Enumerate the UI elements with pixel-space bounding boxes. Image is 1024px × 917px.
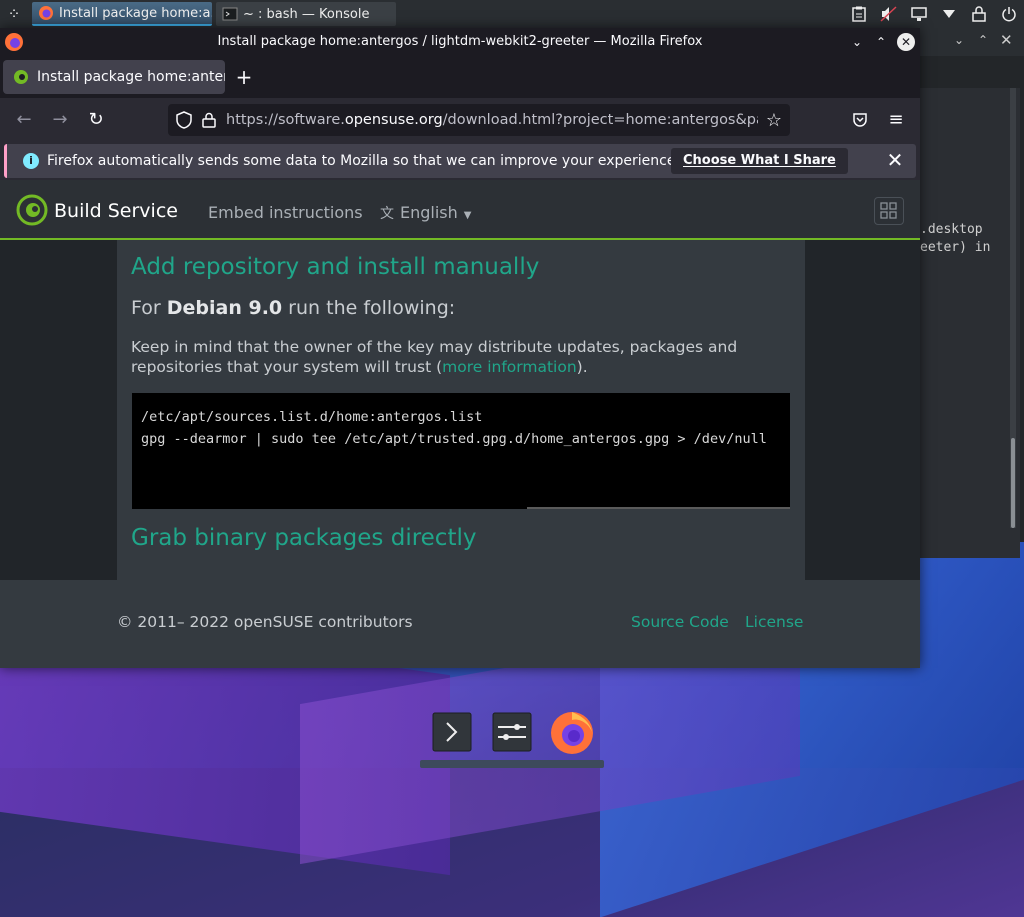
task-konsole[interactable]: ~ : bash — Konsole: [216, 2, 396, 26]
pocket-icon[interactable]: [848, 108, 872, 132]
firefox-icon: [39, 6, 53, 20]
trust-note-text: Keep in mind that the owner of the key m…: [131, 338, 738, 376]
menu-hamburger-icon[interactable]: ≡: [884, 108, 908, 132]
task-label: ~ : bash — Konsole: [243, 6, 370, 22]
url-prefix: https://software.: [226, 112, 345, 128]
copyright-text: © 2011– 2022 openSUSE contributors: [117, 613, 413, 631]
minimize-button[interactable]: ⌄: [848, 33, 866, 51]
brand-title[interactable]: Build Service: [54, 200, 178, 222]
for-prefix: For: [131, 297, 167, 319]
terminal-icon: [222, 7, 238, 21]
clipboard-icon[interactable]: [848, 3, 870, 25]
konsole-icon[interactable]: [432, 712, 472, 752]
url-domain: opensuse.org: [344, 112, 443, 128]
url-text[interactable]: https://software.opensuse.org/download.h…: [226, 112, 758, 128]
bookmark-star-icon[interactable]: ☆: [766, 110, 782, 131]
notification-text: Firefox automatically sends some data to…: [47, 153, 680, 169]
firefox-icon[interactable]: [548, 708, 596, 756]
new-tab-button[interactable]: +: [232, 66, 256, 90]
web-page: Build Service Embed instructions 文 Englis…: [0, 180, 920, 668]
dock-bar: [420, 760, 604, 768]
opensuse-logo-icon[interactable]: [16, 194, 48, 226]
site-navbar: Build Service Embed instructions 文 Englis…: [0, 180, 920, 240]
info-icon: i: [23, 153, 39, 169]
chevron-up-icon[interactable]: ⌃: [978, 33, 988, 47]
horizontal-scrollbar[interactable]: [527, 507, 790, 509]
back-button[interactable]: ←: [12, 108, 36, 132]
close-notification-icon[interactable]: ✕: [884, 149, 906, 171]
task-firefox[interactable]: Install package home:a...: [32, 2, 212, 26]
embed-instructions-link[interactable]: Embed instructions: [208, 203, 363, 222]
volume-muted-icon[interactable]: [878, 3, 900, 25]
system-tray: [844, 0, 1024, 28]
application-launcher-icon[interactable]: ⁘: [4, 4, 24, 24]
power-icon[interactable]: [998, 3, 1020, 25]
forward-button[interactable]: →: [48, 108, 72, 132]
language-label: English: [400, 203, 458, 222]
tab-bar: Install package home:antergos +: [0, 56, 920, 98]
distro-name: Debian 9.0: [166, 297, 283, 319]
lock-icon[interactable]: [968, 3, 990, 25]
choose-what-i-share-button[interactable]: Choose What I Share: [671, 148, 848, 174]
trust-note: Keep in mind that the owner of the key m…: [131, 337, 791, 377]
source-code-link[interactable]: Source Code: [631, 613, 729, 631]
code-block[interactable]: /etc/apt/sources.list.d/home:antergos.li…: [132, 393, 790, 509]
firefox-window: Install package home:antergos / lightdm-…: [0, 28, 920, 668]
konsole-window[interactable]: ⌄ ⌃ ✕ .desktop eeter) in: [920, 28, 1024, 558]
section-heading-manual: Add repository and install manually: [131, 254, 540, 280]
more-information-link[interactable]: more information: [442, 358, 577, 376]
license-link[interactable]: License: [745, 613, 803, 631]
section-heading-binary: Grab binary packages directly: [131, 525, 477, 551]
distro-line: For Debian 9.0 run the following:: [131, 297, 455, 319]
tab-active[interactable]: Install package home:antergos: [3, 60, 225, 94]
grid-icon: [880, 202, 897, 219]
network-icon[interactable]: [908, 3, 930, 25]
window-title: Install package home:antergos / lightdm-…: [217, 34, 703, 49]
konsole-titlebar: ⌄ ⌃ ✕: [920, 28, 1024, 56]
task-label: Install package home:a...: [59, 5, 212, 21]
code-line: gpg --dearmor | sudo tee /etc/apt/truste…: [141, 431, 767, 447]
window-titlebar: Install package home:antergos / lightdm-…: [0, 28, 920, 56]
system-settings-icon[interactable]: [492, 712, 532, 752]
trust-note-end: ).: [576, 358, 588, 376]
for-suffix: run the following:: [282, 297, 456, 319]
content-card: Add repository and install manually For …: [117, 240, 805, 580]
chevron-down-icon[interactable]: ⌄: [954, 33, 964, 47]
translate-icon: 文: [380, 206, 394, 222]
top-panel: ⁘ Install package home:a... ~ : bash — K…: [0, 0, 1024, 28]
lock-icon[interactable]: [202, 112, 216, 128]
caret-down-icon: ▼: [463, 210, 472, 221]
chevron-down-icon[interactable]: [938, 3, 960, 25]
data-notification-bar: i Firefox automatically sends some data …: [4, 144, 916, 178]
tab-title: Install package home:antergos: [37, 69, 225, 85]
shield-icon[interactable]: [176, 111, 192, 129]
close-icon[interactable]: ✕: [1000, 31, 1013, 49]
url-path: /download.html?project=home:antergos&pac…: [442, 112, 758, 128]
navigation-toolbar: ← → ↻ https://software.opensuse.org/down…: [0, 98, 920, 142]
terminal-line: .desktop: [920, 222, 983, 237]
terminal-area[interactable]: .desktop eeter) in: [920, 88, 1020, 558]
scrollbar-thumb[interactable]: [1011, 438, 1015, 528]
site-footer: © 2011– 2022 openSUSE contributors Sourc…: [0, 580, 920, 668]
reload-button[interactable]: ↻: [84, 108, 108, 132]
apps-grid-button[interactable]: [874, 197, 904, 225]
maximize-button[interactable]: ⌃: [872, 33, 890, 51]
url-bar[interactable]: https://software.opensuse.org/download.h…: [168, 104, 790, 136]
language-dropdown[interactable]: 文 English ▼: [380, 203, 471, 223]
code-line: /etc/apt/sources.list.d/home:antergos.li…: [141, 409, 483, 425]
dock: [428, 708, 608, 768]
terminal-line: eeter) in: [920, 240, 991, 255]
opensuse-favicon-icon: [14, 70, 28, 84]
close-button[interactable]: ✕: [897, 33, 915, 51]
